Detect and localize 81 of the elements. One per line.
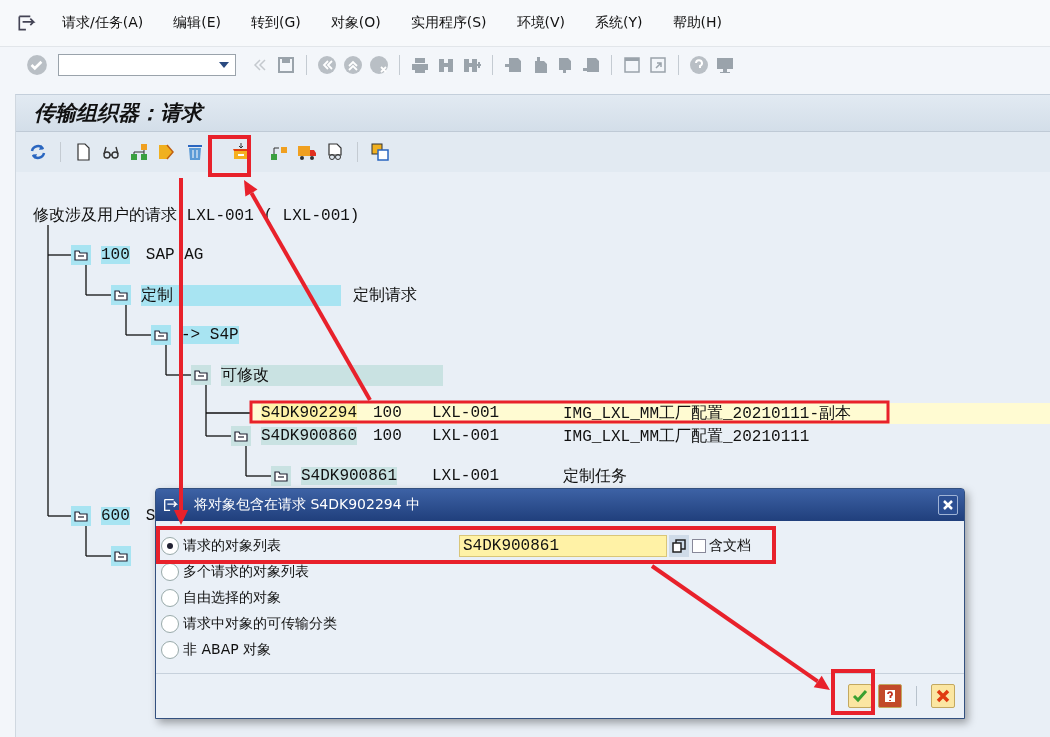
cancel-icon[interactable] xyxy=(369,55,389,75)
task-description: 定制任务 xyxy=(563,467,627,486)
client-name: SAP AG xyxy=(145,246,204,264)
option-label: 自由选择的对象 xyxy=(183,589,281,607)
client-number[interactable]: 100 xyxy=(101,246,130,264)
option-label: 非 ABAP 对象 xyxy=(183,641,272,659)
caret-icon[interactable] xyxy=(219,62,229,68)
radio-button[interactable] xyxy=(161,641,179,659)
exit-icon[interactable] xyxy=(343,55,363,75)
print-icon[interactable] xyxy=(410,55,430,75)
option-label: 多个请求的对象列表 xyxy=(183,563,309,581)
check-icon xyxy=(852,688,868,704)
dialog-title: 将对象包含在请求 S4DK902294 中 xyxy=(194,496,422,514)
folder-icon[interactable] xyxy=(191,365,211,385)
menu-item[interactable]: 请求/任务(A) xyxy=(52,8,154,38)
folder-icon[interactable] xyxy=(111,285,131,305)
folder-icon[interactable] xyxy=(71,245,91,265)
shortcut-icon[interactable] xyxy=(648,55,668,75)
client-name: S xyxy=(145,507,156,525)
user-name: LXL-001 xyxy=(432,427,500,445)
folder-icon[interactable] xyxy=(151,325,171,345)
annotation-box xyxy=(831,669,875,715)
cancel-icon xyxy=(935,688,951,704)
confirm-button[interactable] xyxy=(848,684,872,708)
request-number[interactable]: S4DK902294 xyxy=(261,404,357,422)
request-number[interactable]: S4DK900860 xyxy=(261,427,357,445)
refresh-icon[interactable] xyxy=(28,142,48,162)
client-number[interactable]: 600 xyxy=(101,507,130,525)
command-field[interactable] xyxy=(58,54,236,76)
close-button[interactable] xyxy=(938,495,958,515)
new-window-icon[interactable] xyxy=(622,55,642,75)
folder-icon[interactable] xyxy=(231,426,251,446)
last-page-icon[interactable] xyxy=(581,55,601,75)
document-glasses-icon[interactable] xyxy=(325,142,345,162)
help-icon xyxy=(882,688,898,704)
first-page-icon[interactable] xyxy=(503,55,523,75)
request-description: IMG_LXL_MM工厂配置_20210111 xyxy=(563,427,810,446)
menu-item[interactable]: 编辑(E) xyxy=(163,8,231,38)
monitor-icon[interactable] xyxy=(715,55,735,75)
menu-item[interactable]: 转到(G) xyxy=(241,8,311,38)
radio-button[interactable] xyxy=(161,589,179,607)
checkbox[interactable] xyxy=(692,539,706,553)
client-number: 100 xyxy=(373,427,402,445)
check-icon[interactable] xyxy=(26,54,48,76)
radio-button[interactable] xyxy=(161,615,179,633)
menu-item[interactable]: 帮助(H) xyxy=(662,8,732,38)
help-button[interactable] xyxy=(878,684,902,708)
folder-icon[interactable] xyxy=(111,546,131,566)
hierarchy-icon[interactable] xyxy=(129,142,149,162)
copy-icon[interactable] xyxy=(370,142,390,162)
checkbox-label: 含文档 xyxy=(709,537,751,555)
request-row[interactable]: S4DK900860 100 LXL-001 IMG_LXL_MM工厂配置_20210111 xyxy=(251,425,1050,447)
option-label: 请求的对象列表 xyxy=(183,537,281,555)
task-number[interactable]: S4DK900861 xyxy=(301,467,397,485)
user-name: LXL-001 xyxy=(432,467,500,485)
annotation-box xyxy=(208,135,251,177)
target-system-label[interactable]: -> S4P xyxy=(181,326,239,344)
close-icon xyxy=(942,499,954,511)
menu-item[interactable]: 实用程序(S) xyxy=(400,8,497,38)
trash-icon[interactable] xyxy=(185,142,205,162)
menu-item[interactable]: 系统(Y) xyxy=(585,8,653,38)
option-label: 请求中对象的可传输分类 xyxy=(183,615,337,633)
category-description: 定制请求 xyxy=(353,285,417,306)
copy-button[interactable] xyxy=(669,535,689,557)
save-icon[interactable] xyxy=(276,55,296,75)
menu-item[interactable]: 环境(V) xyxy=(506,8,576,38)
cancel-button[interactable] xyxy=(931,684,955,708)
category-label[interactable]: 定制 xyxy=(141,284,341,306)
client-number: 100 xyxy=(373,404,402,422)
window-icon xyxy=(162,496,180,514)
user-name: LXL-001 xyxy=(432,404,500,422)
menu-item[interactable]: 对象(O) xyxy=(320,8,391,38)
copy-icon xyxy=(672,539,686,553)
back-icon[interactable] xyxy=(317,55,337,75)
folder-icon[interactable] xyxy=(71,506,91,526)
help-icon[interactable] xyxy=(689,55,709,75)
radio-button[interactable] xyxy=(161,537,179,555)
folder-icon[interactable] xyxy=(271,466,291,486)
request-description: IMG_LXL_MM工厂配置_20210111-副本 xyxy=(563,404,852,423)
request-field[interactable]: S4DK900861 xyxy=(459,535,667,557)
status-label[interactable]: 可修改 xyxy=(221,364,443,386)
